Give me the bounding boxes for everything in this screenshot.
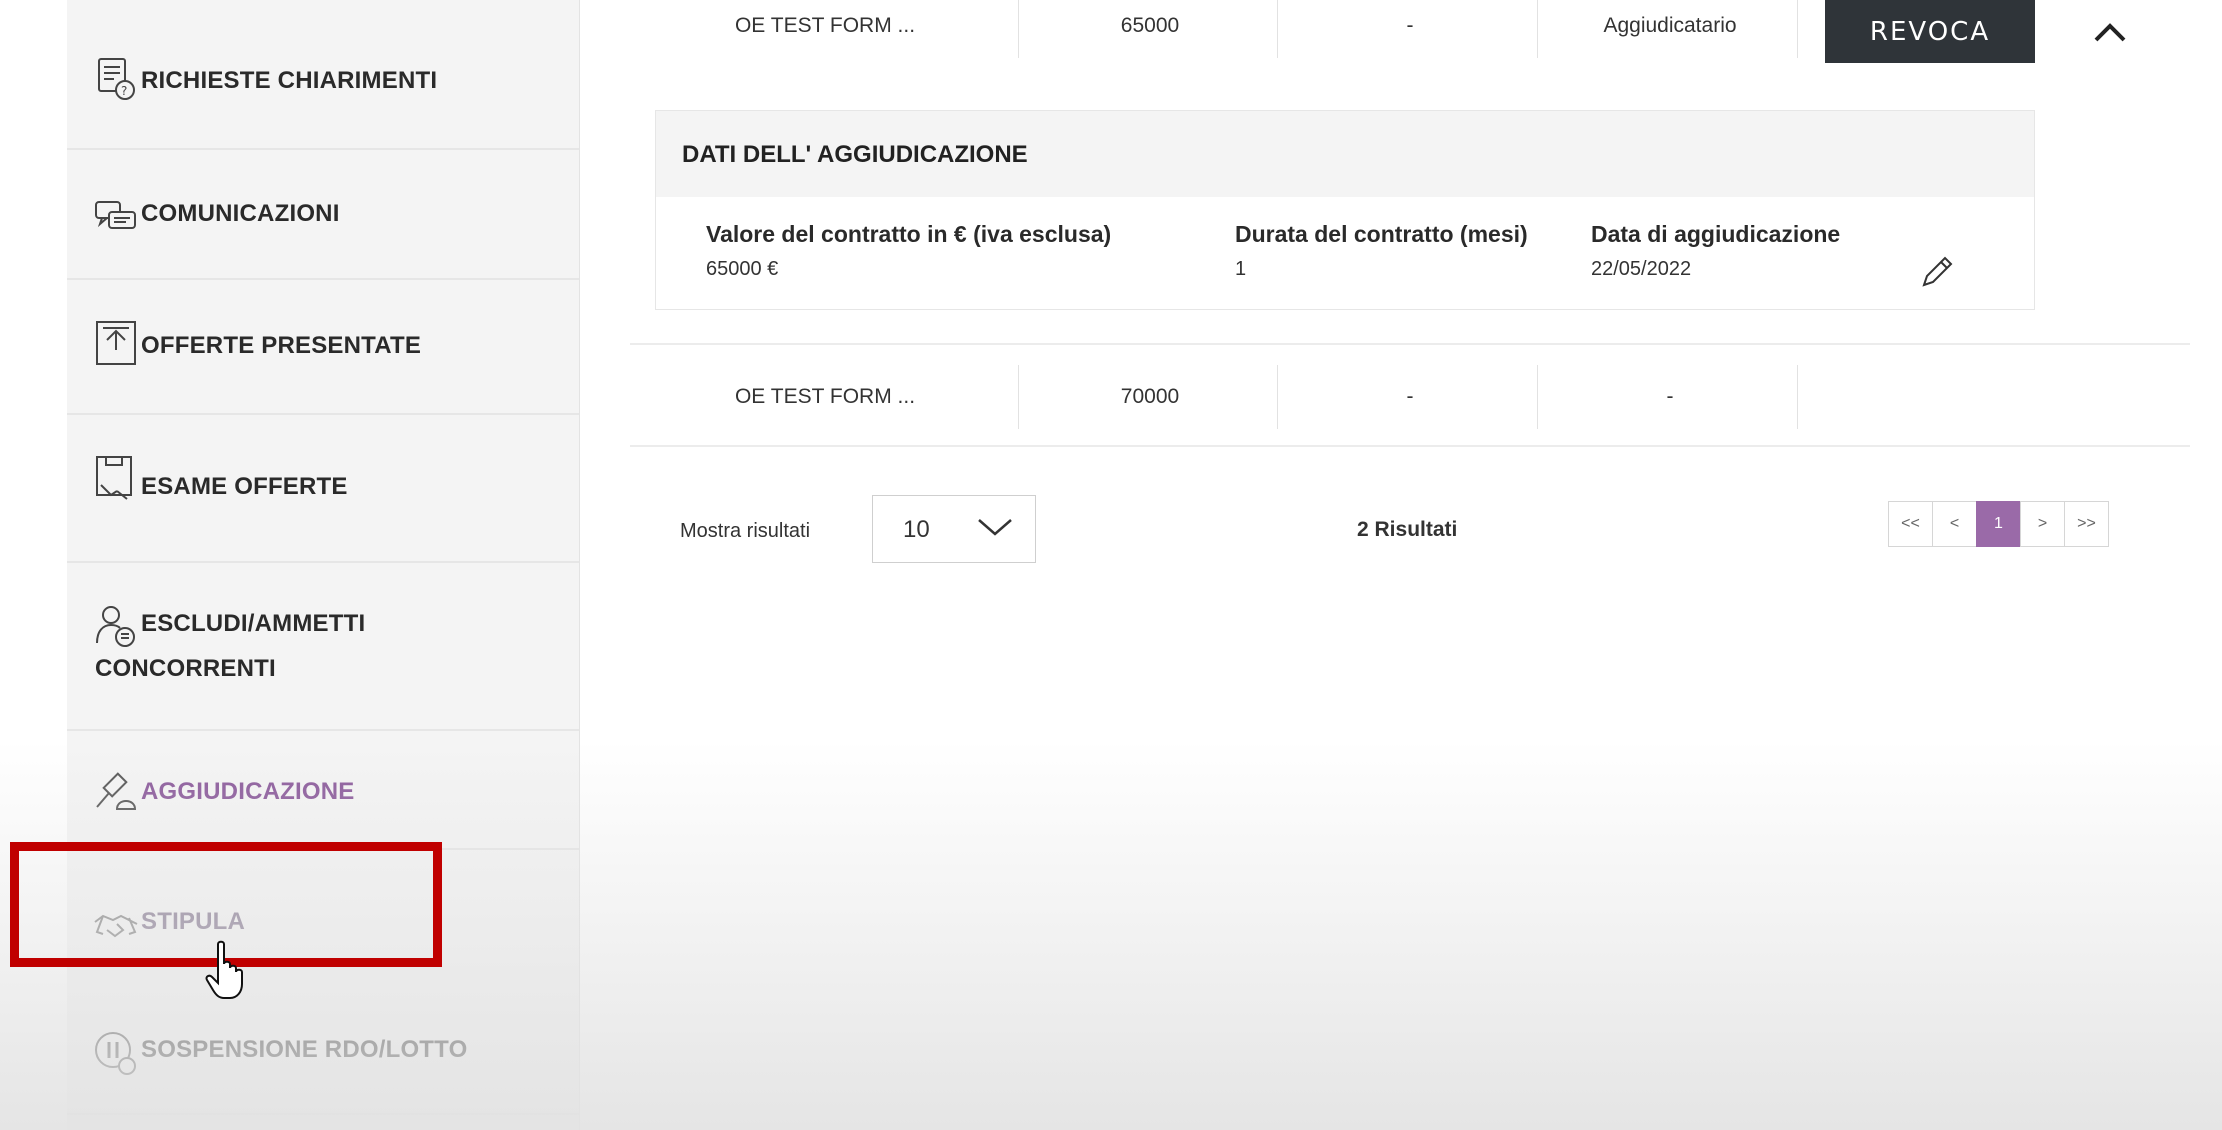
sidebar-item-aggiudicazione[interactable]: AGGIUDICAZIONE: [67, 731, 579, 850]
sidebar-item-label: COMUNICAZIONI: [141, 200, 340, 227]
last-page-button[interactable]: >>: [2064, 501, 2109, 547]
sidebar-item-sospensione-rdo-lotto[interactable]: SOSPENSIONE RDO/LOTTO: [67, 990, 579, 1115]
table-cell-offerta: 65000: [1120, 14, 1180, 37]
edit-pencil-icon[interactable]: [1918, 255, 1954, 291]
page-1-button[interactable]: 1: [1976, 501, 2021, 547]
chevron-up-icon[interactable]: [2090, 16, 2130, 46]
table-cell-operatore: OE TEST FORM ...: [734, 14, 916, 37]
table-cell-col3: -: [1406, 14, 1414, 37]
sidebar-item-label: AGGIUDICAZIONE: [141, 778, 355, 805]
sidebar-item-esame-offerte[interactable]: ESAME OFFERTE: [67, 415, 579, 563]
column-divider: [1018, 365, 1019, 429]
valore-contratto-value: 65000 €: [706, 258, 779, 280]
valore-contratto-label: Valore del contratto in € (iva esclusa): [706, 221, 1112, 247]
show-results-label: Mostra risultati: [680, 520, 811, 542]
pagination: << < 1 > >>: [1888, 501, 2109, 547]
column-divider: [1277, 365, 1278, 429]
page-size-value: 10: [903, 516, 930, 543]
column-divider: [1797, 365, 1798, 429]
revoca-button[interactable]: REVOCA: [1825, 0, 2035, 63]
table-cell-offerta: 70000: [1120, 385, 1180, 408]
durata-contratto-value: 1: [1235, 258, 1247, 280]
pause-circle-icon: [93, 1030, 139, 1076]
sidebar-item-richieste-chiarimenti[interactable]: ? RICHIESTE CHIARIMENTI: [67, 0, 579, 150]
hand-cursor-icon: [205, 940, 243, 999]
sidebar-item-label: OFFERTE PRESENTATE: [141, 332, 422, 359]
sidebar-item-offerte-presentate[interactable]: OFFERTE PRESENTATE: [67, 280, 579, 415]
svg-text:?: ?: [121, 84, 127, 98]
panel-header: DATI DELL' AGGIUDICAZIONE: [656, 111, 2034, 197]
page-size-select[interactable]: 10: [872, 495, 1036, 563]
results-count: 2 Risultati: [1357, 518, 1458, 541]
data-aggiudicazione-value: 22/05/2022: [1591, 258, 1692, 280]
row-divider: [630, 445, 2190, 447]
table-cell-operatore: OE TEST FORM ...: [734, 385, 916, 408]
first-page-button[interactable]: <<: [1888, 501, 1933, 547]
data-aggiudicazione-label: Data di aggiudicazione: [1591, 221, 1841, 247]
column-divider: [1537, 365, 1538, 429]
sidebar-item-label: RICHIESTE CHIARIMENTI: [141, 67, 438, 94]
column-divider: [1537, 0, 1538, 58]
offer-envelope-icon: [93, 320, 139, 366]
row-divider: [630, 343, 2190, 345]
column-divider: [1018, 0, 1019, 58]
chat-bubbles-icon: [93, 196, 139, 242]
gavel-icon: [93, 769, 139, 815]
column-divider: [1277, 0, 1278, 58]
sidebar-item-label: SOSPENSIONE RDO/LOTTO: [141, 1036, 468, 1063]
document-review-icon: [93, 455, 139, 501]
column-divider: [1797, 0, 1798, 58]
aggiudicazione-details-panel: DATI DELL' AGGIUDICAZIONE Valore del con…: [655, 110, 2035, 310]
table-cell-stato: -: [1666, 385, 1674, 408]
table-cell-stato: Aggiudicatario: [1603, 14, 1737, 37]
prev-page-button[interactable]: <: [1932, 501, 1977, 547]
sidebar-item-escludi-ammetti-concorrenti[interactable]: ESCLUDI/AMMETTI CONCORRENTI: [67, 563, 579, 731]
next-page-button[interactable]: >: [2020, 501, 2065, 547]
sidebar-item-label: ESAME OFFERTE: [141, 473, 348, 500]
table-cell-col3: -: [1406, 385, 1414, 408]
sidebar-item-comunicazioni[interactable]: COMUNICAZIONI: [67, 150, 579, 280]
sidebar-item-label: ESCLUDI/AMMETTI CONCORRENTI: [95, 610, 366, 682]
document-question-icon: ?: [93, 56, 139, 102]
chevron-down-icon: [978, 519, 1012, 536]
panel-title: DATI DELL' AGGIUDICAZIONE: [682, 141, 1028, 168]
durata-contratto-label: Durata del contratto (mesi): [1235, 221, 1528, 247]
